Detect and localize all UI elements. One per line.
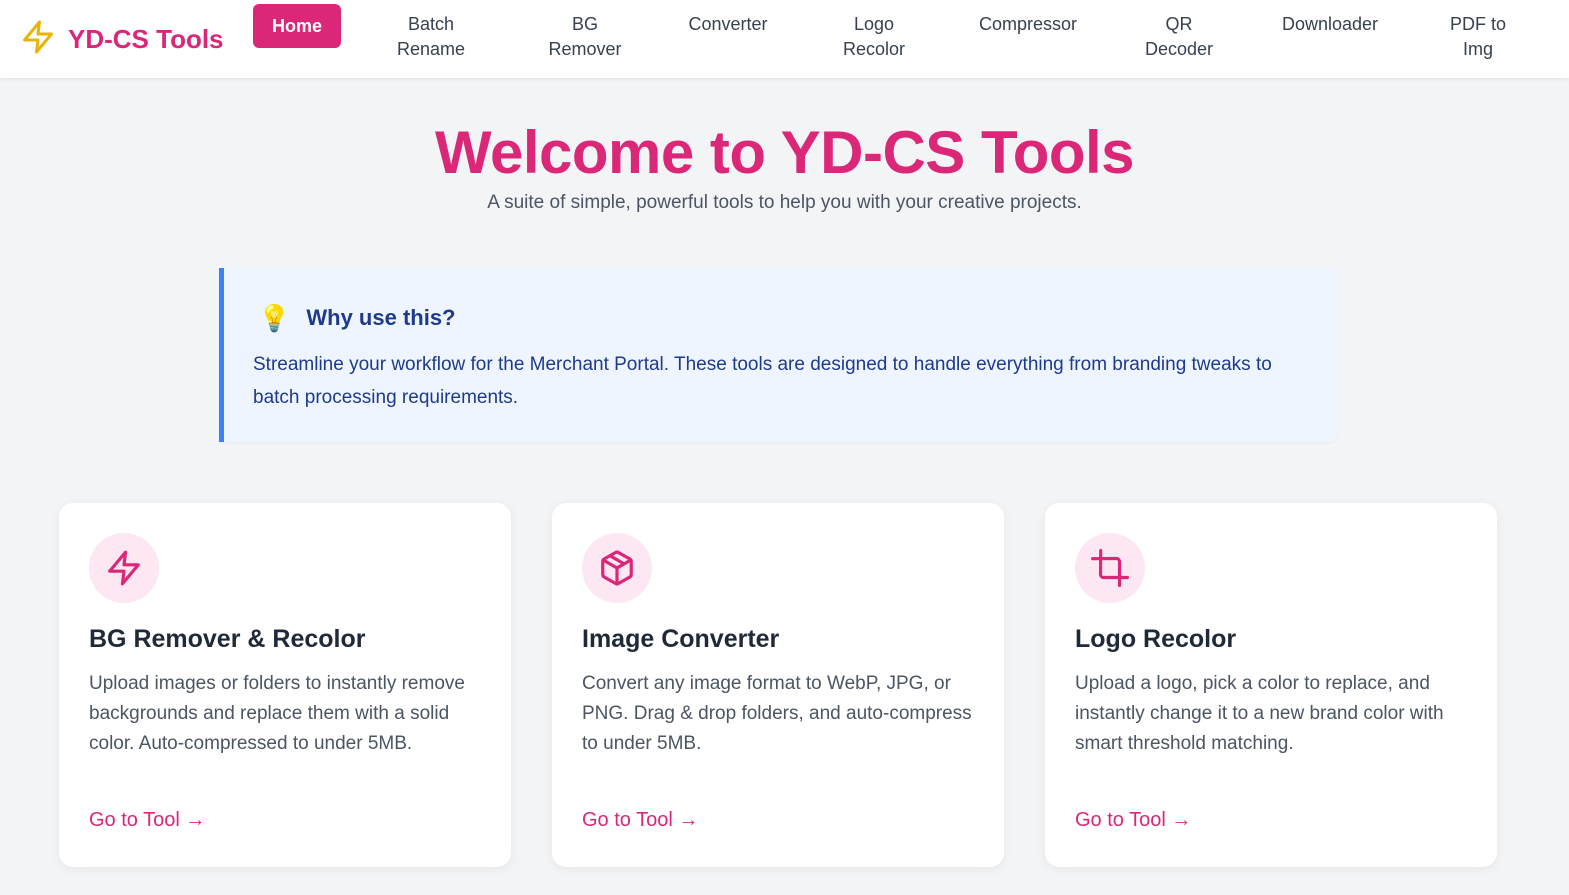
card-title: Logo Recolor (1075, 625, 1237, 653)
lightbulb-icon: 💡 (258, 303, 291, 333)
nav-item-home[interactable]: Home (253, 4, 342, 48)
go-to-tool-link[interactable]: Go to Tool → (89, 809, 205, 832)
nav-item-qr-decoder[interactable]: QR Decoder (1139, 12, 1219, 62)
info-header: 💡 Why use this? (258, 302, 456, 334)
crop-icon (1075, 533, 1145, 603)
lightning-icon (89, 533, 159, 603)
go-to-tool-link[interactable]: Go to Tool → (582, 809, 698, 832)
page-subtitle: A suite of simple, powerful tools to hel… (487, 192, 1082, 213)
box-icon (582, 533, 652, 603)
top-navbar: YD-CS Tools Home Batch Rename BG Remover… (0, 0, 1569, 78)
nav-item-compressor[interactable]: Compressor (968, 12, 1088, 37)
info-callout: 💡 Why use this? Streamline your workflow… (219, 268, 1338, 442)
nav-item-logo-recolor[interactable]: Logo Recolor (834, 12, 914, 62)
nav-item-downloader[interactable]: Downloader (1270, 12, 1390, 37)
nav-item-bg-remover[interactable]: BG Remover (540, 12, 630, 62)
nav-item-converter[interactable]: Converter (678, 12, 778, 37)
nav-item-batch-rename[interactable]: Batch Rename (384, 12, 478, 62)
info-body: Streamline your workflow for the Merchan… (253, 354, 1272, 408)
tool-card-logo-recolor[interactable]: Logo Recolor Upload a logo, pick a color… (1045, 503, 1497, 867)
nav-item-pdf-to-img[interactable]: PDF to Img (1440, 12, 1516, 62)
tool-card-image-converter[interactable]: Image Converter Convert any image format… (552, 503, 1004, 867)
go-to-tool-link[interactable]: Go to Tool → (1075, 809, 1191, 832)
card-title: BG Remover & Recolor (89, 625, 366, 653)
nav-menu: Home Batch Rename BG Remover Converter L… (0, 0, 1569, 78)
card-description: Upload images or folders to instantly re… (89, 673, 465, 754)
card-title: Image Converter (582, 625, 780, 653)
page-title: Welcome to YD-CS Tools (434, 119, 1135, 186)
tool-card-bg-remover[interactable]: BG Remover & Recolor Upload images or fo… (59, 503, 511, 867)
info-title: Why use this? (306, 305, 456, 330)
card-description: Upload a logo, pick a color to replace, … (1075, 673, 1444, 754)
card-description: Convert any image format to WebP, JPG, o… (582, 673, 972, 754)
